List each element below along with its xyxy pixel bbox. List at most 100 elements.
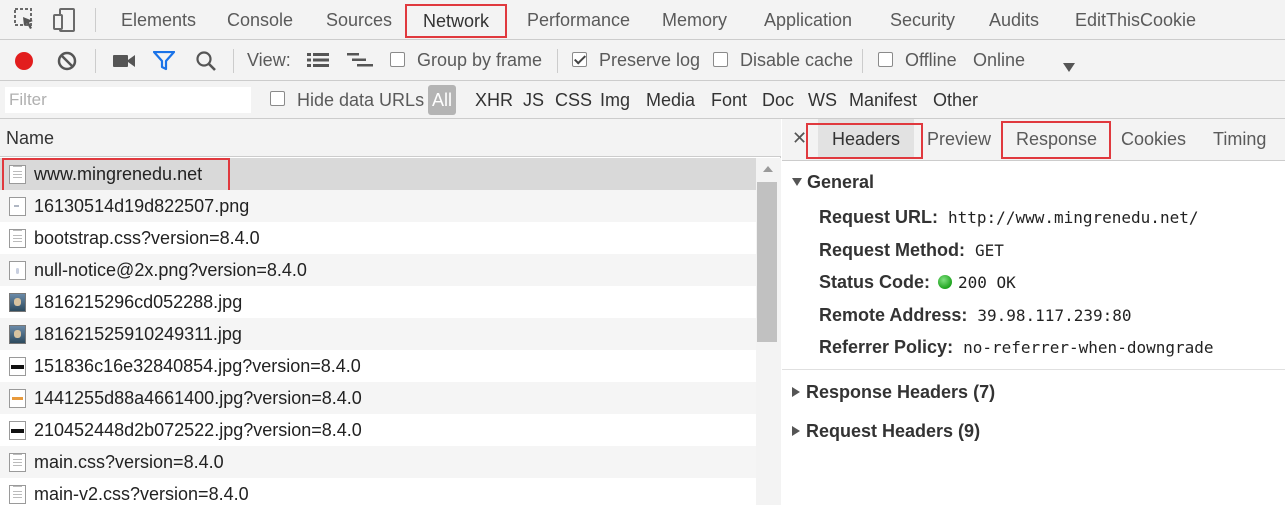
disable-cache-label: Disable cache bbox=[740, 50, 854, 70]
capture-screenshots-icon[interactable] bbox=[112, 52, 136, 75]
tab-console[interactable]: Console bbox=[227, 0, 293, 40]
overview-waterfall-icon[interactable] bbox=[347, 52, 373, 73]
request-rows: www.mingrenedu.net 16130514d19d822507.pn… bbox=[0, 158, 756, 505]
tab-network[interactable]: Network bbox=[405, 4, 508, 38]
request-row[interactable]: 1816215296cd052288.jpg bbox=[0, 286, 756, 318]
referrer-policy-key: Referrer Policy: bbox=[819, 337, 954, 357]
request-name: null-notice@2x.png?version=8.4.0 bbox=[34, 260, 307, 280]
toolbar-divider bbox=[862, 49, 863, 73]
request-name: 1816215296cd052288.jpg bbox=[34, 292, 243, 312]
tab-memory[interactable]: Memory bbox=[662, 0, 727, 40]
image-icon bbox=[9, 197, 26, 216]
expand-arrow-icon bbox=[792, 178, 802, 186]
image-thumbnail-icon bbox=[9, 389, 26, 408]
group-by-frame-checkbox[interactable] bbox=[390, 52, 405, 67]
request-row[interactable]: main.css?version=8.4.0 bbox=[0, 446, 756, 478]
type-filter-css[interactable]: CSS bbox=[555, 81, 592, 119]
hide-data-urls-label: Hide data URLs bbox=[297, 90, 425, 110]
request-name: 210452448d2b072522.jpg?version=8.4.0 bbox=[34, 420, 362, 440]
preserve-log-checkbox[interactable] bbox=[572, 52, 587, 67]
type-filter-manifest[interactable]: Manifest bbox=[849, 81, 917, 119]
record-icon[interactable] bbox=[13, 50, 35, 77]
request-name: main.css?version=8.4.0 bbox=[34, 452, 224, 472]
request-url-value: http://www.mingrenedu.net/ bbox=[948, 208, 1199, 227]
scroll-up-arrow-icon[interactable] bbox=[763, 166, 773, 172]
request-row[interactable]: null-notice@2x.png?version=8.4.0 bbox=[0, 254, 756, 286]
type-filter-media[interactable]: Media bbox=[646, 81, 695, 119]
image-thumbnail-icon bbox=[9, 357, 26, 376]
group-by-frame-label: Group by frame bbox=[417, 50, 543, 70]
tab-audits[interactable]: Audits bbox=[989, 0, 1039, 40]
type-filter-all[interactable]: All bbox=[428, 85, 457, 115]
hide-data-urls-checkbox[interactable] bbox=[270, 91, 285, 106]
status-code-key: Status Code: bbox=[819, 272, 931, 292]
type-filter-doc[interactable]: Doc bbox=[762, 81, 794, 119]
tab-elements[interactable]: Elements bbox=[121, 0, 196, 40]
request-row[interactable]: 210452448d2b072522.jpg?version=8.4.0 bbox=[0, 414, 756, 446]
large-request-rows-icon[interactable] bbox=[307, 52, 329, 73]
request-row[interactable]: main-v2.css?version=8.4.0 bbox=[0, 478, 756, 505]
tab-security[interactable]: Security bbox=[890, 0, 955, 40]
name-column-header[interactable]: Name bbox=[0, 119, 781, 157]
remote-address-row: Remote Address: 39.98.117.239:80 bbox=[819, 305, 1132, 326]
collapse-arrow-icon bbox=[792, 387, 800, 397]
type-filter-font[interactable]: Font bbox=[711, 81, 747, 119]
tab-sources[interactable]: Sources bbox=[326, 0, 392, 40]
type-filter-other[interactable]: Other bbox=[933, 81, 978, 119]
request-details-panel: ✕ Headers Preview Response Cookies Timin… bbox=[782, 119, 1285, 505]
general-section-title: General bbox=[807, 172, 875, 192]
chevron-down-icon[interactable] bbox=[1063, 56, 1075, 77]
scrollbar-thumb[interactable] bbox=[757, 182, 777, 342]
throttling-select[interactable]: Online bbox=[973, 40, 1025, 81]
filter-input[interactable] bbox=[5, 87, 251, 113]
request-name: bootstrap.css?version=8.4.0 bbox=[34, 228, 260, 248]
tab-headers[interactable]: Headers bbox=[818, 119, 915, 159]
request-row[interactable]: 181621525910249311.jpg bbox=[0, 318, 756, 350]
offline-checkbox[interactable] bbox=[878, 52, 893, 67]
tab-performance[interactable]: Performance bbox=[527, 0, 630, 40]
filter-icon[interactable] bbox=[152, 50, 176, 76]
vertical-scrollbar[interactable] bbox=[756, 158, 781, 505]
request-headers-title: Request Headers (9) bbox=[806, 421, 981, 441]
device-toolbar-icon[interactable] bbox=[52, 8, 78, 37]
request-row[interactable]: bootstrap.css?version=8.4.0 bbox=[0, 222, 756, 254]
type-filter-xhr[interactable]: XHR bbox=[475, 81, 513, 119]
image-thumbnail-icon bbox=[9, 325, 26, 344]
request-headers-section-header[interactable]: Request Headers (9) bbox=[792, 421, 980, 442]
request-name: main-v2.css?version=8.4.0 bbox=[34, 484, 249, 504]
type-filter-js[interactable]: JS bbox=[523, 81, 544, 119]
request-name: 1441255d88a4661400.jpg?version=8.4.0 bbox=[34, 388, 362, 408]
disable-cache-checkbox[interactable] bbox=[713, 52, 728, 67]
stylesheet-icon bbox=[9, 485, 26, 504]
search-icon[interactable] bbox=[195, 50, 217, 77]
request-name: 181621525910249311.jpg bbox=[34, 324, 242, 344]
tab-timing[interactable]: Timing bbox=[1213, 119, 1266, 159]
type-filter-ws[interactable]: WS bbox=[808, 81, 837, 119]
request-name: 16130514d19d822507.png bbox=[34, 196, 250, 216]
details-tab-bar: ✕ Headers Preview Response Cookies Timin… bbox=[782, 119, 1285, 161]
close-icon[interactable]: ✕ bbox=[792, 119, 807, 157]
tab-editthiscookie[interactable]: EditThisCookie bbox=[1075, 0, 1196, 40]
general-section-header[interactable]: General bbox=[792, 172, 874, 193]
collapse-arrow-icon bbox=[792, 426, 800, 436]
stylesheet-icon bbox=[9, 229, 26, 248]
tab-preview[interactable]: Preview bbox=[927, 119, 991, 159]
filter-bar: Hide data URLs All XHR JS CSS Img Media … bbox=[0, 81, 1285, 119]
offline-label: Offline bbox=[905, 50, 957, 70]
clear-icon[interactable] bbox=[56, 50, 78, 77]
image-thumbnail-icon bbox=[9, 293, 26, 312]
tab-response[interactable]: Response bbox=[1016, 119, 1097, 159]
type-filter-img[interactable]: Img bbox=[600, 81, 630, 119]
request-row[interactable]: 1441255d88a4661400.jpg?version=8.4.0 bbox=[0, 382, 756, 414]
status-code-value: 200 OK bbox=[958, 273, 1016, 292]
tab-cookies[interactable]: Cookies bbox=[1121, 119, 1186, 159]
request-row[interactable]: 16130514d19d822507.png bbox=[0, 190, 756, 222]
toolbar-divider bbox=[233, 49, 234, 73]
request-row[interactable]: www.mingrenedu.net bbox=[0, 158, 756, 192]
referrer-policy-row: Referrer Policy: no-referrer-when-downgra… bbox=[819, 337, 1214, 358]
inspect-element-icon[interactable] bbox=[14, 8, 36, 37]
tab-application[interactable]: Application bbox=[764, 0, 852, 40]
response-headers-section-header[interactable]: Response Headers (7) bbox=[792, 382, 995, 403]
stylesheet-icon bbox=[9, 453, 26, 472]
request-row[interactable]: 151836c16e32840854.jpg?version=8.4.0 bbox=[0, 350, 756, 382]
